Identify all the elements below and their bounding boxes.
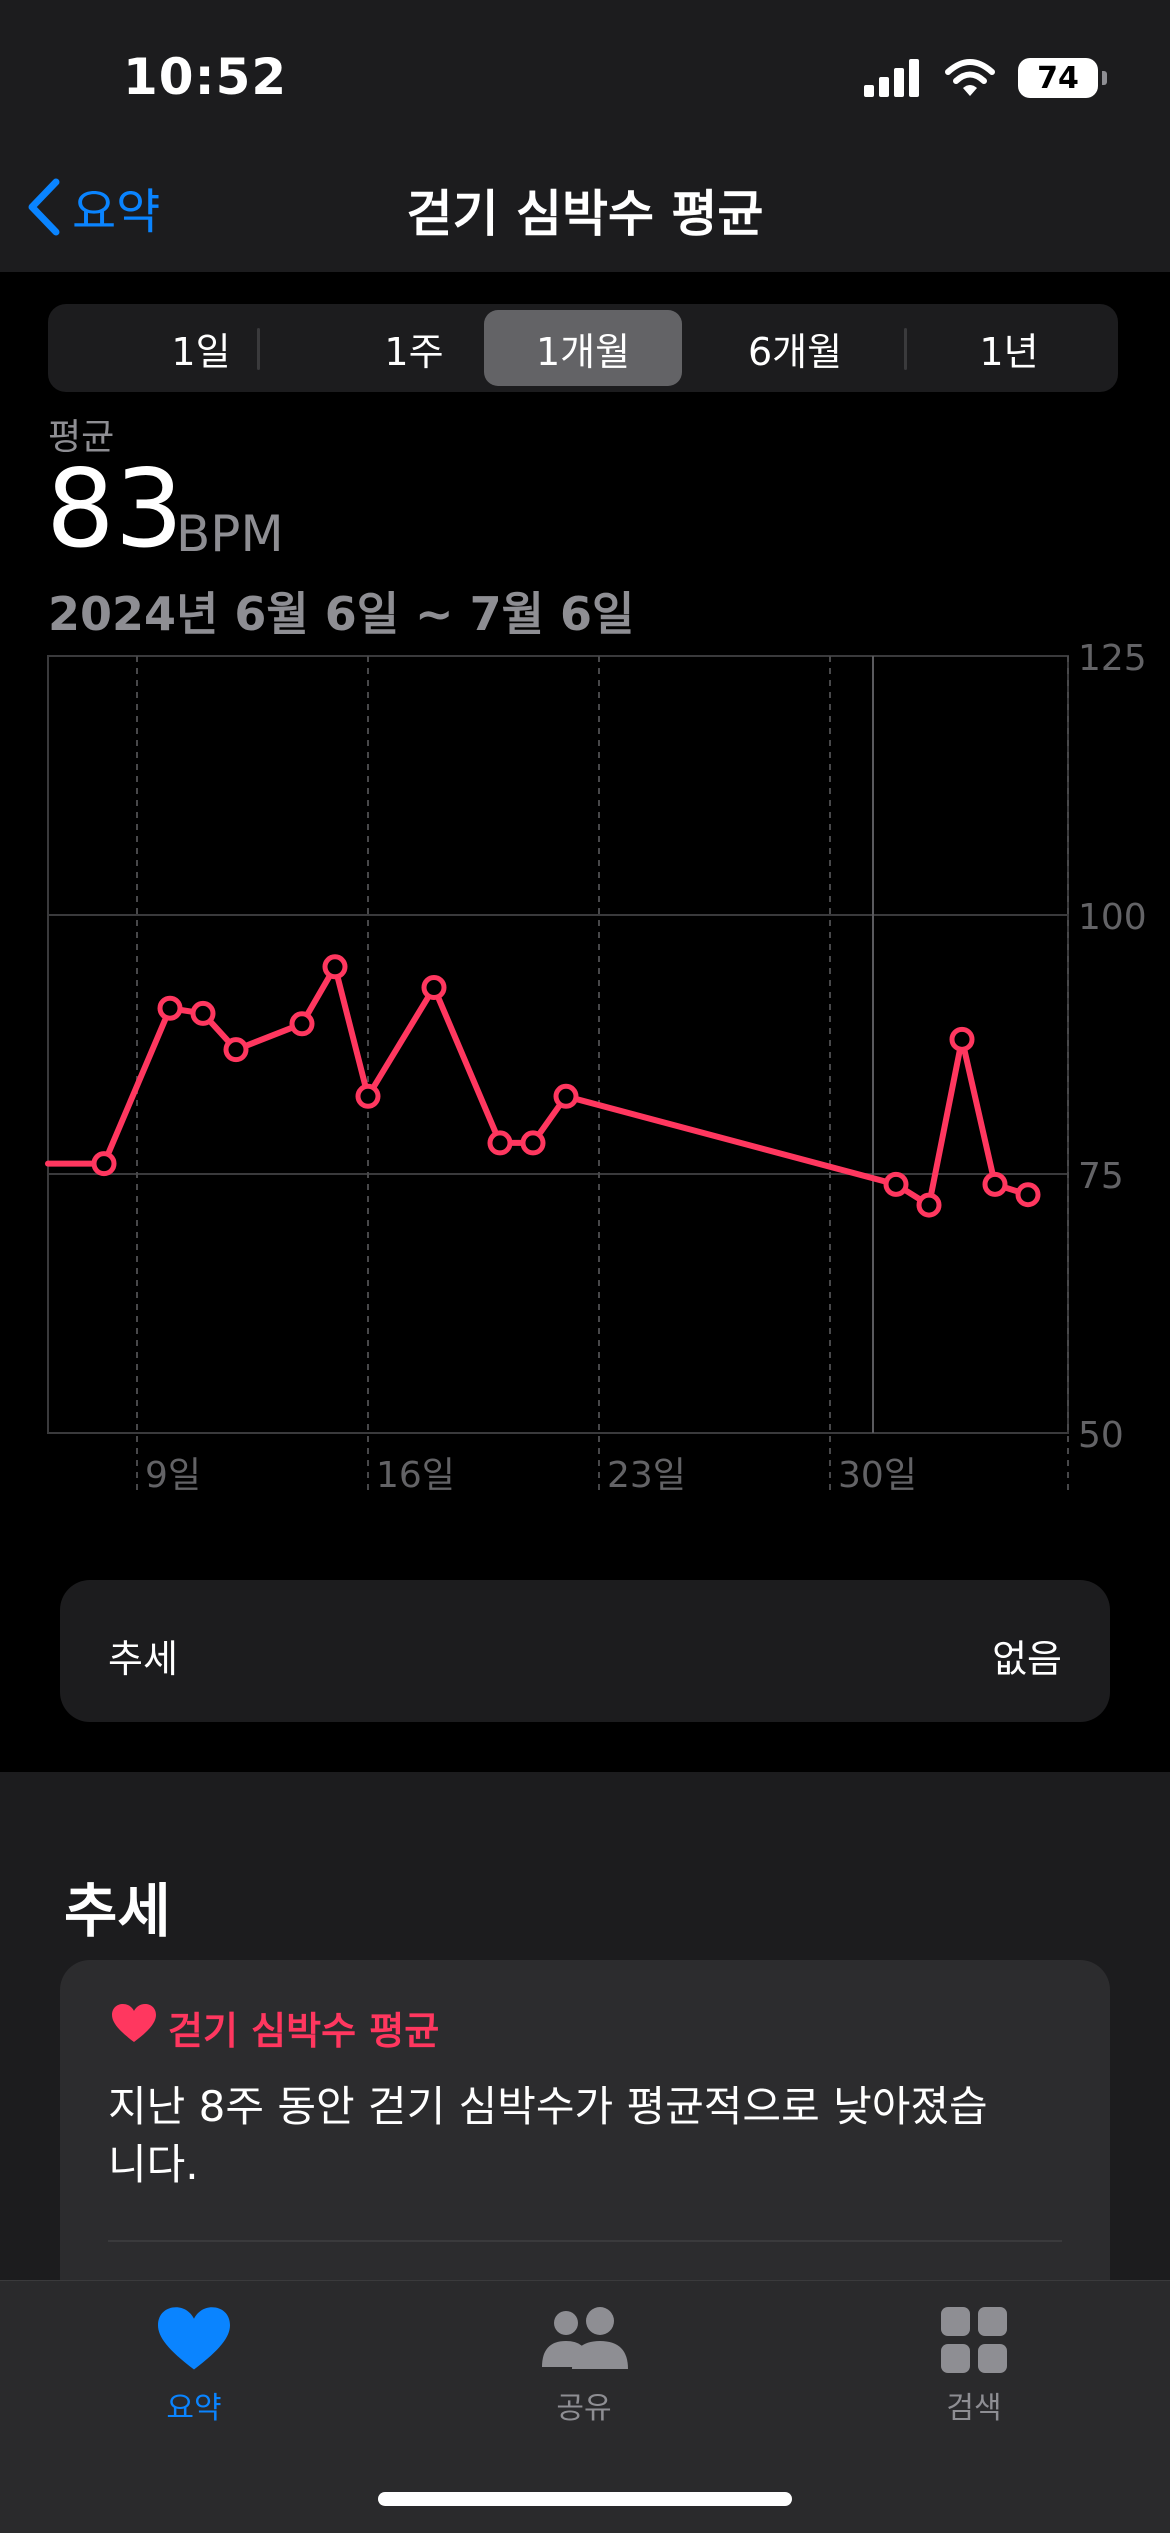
- data-point: [421, 975, 447, 1001]
- trend-card-text: 지난 8주 동안 걷기 심박수가 평균적으로 낮아졌습니다.: [108, 2082, 988, 2189]
- tab-sharing-label: 공유: [556, 2391, 612, 2426]
- heart-icon: [158, 2307, 230, 2370]
- data-point: [916, 1192, 942, 1218]
- data-point: [223, 1037, 249, 1063]
- average-value: 83: [46, 447, 184, 572]
- time-range-segmented-control: 1일 1주 1개월 6개월 1년: [48, 304, 1118, 392]
- y-tick-label: 125: [1078, 638, 1147, 679]
- battery-indicator: 74: [1018, 58, 1107, 98]
- home-indicator: [378, 2492, 792, 2506]
- trend-row-value: 없음: [992, 1637, 1062, 1681]
- average-unit: BPM: [176, 505, 284, 563]
- x-tick-label: 9일: [145, 1455, 201, 1496]
- data-point: [1015, 1182, 1041, 1208]
- y-tick-label: 100: [1078, 897, 1147, 938]
- heart-rate-line-chart[interactable]: 125 100 75 50 9일 16일 23일 30일: [0, 630, 1170, 1510]
- trend-row[interactable]: 추세 없음: [60, 1580, 1110, 1722]
- wifi-icon: [945, 59, 995, 96]
- x-tick-label: 30일: [838, 1455, 917, 1496]
- page-title: 걷기 심박수 평균: [406, 185, 764, 243]
- data-point: [157, 995, 183, 1021]
- segment-1-year[interactable]: 1년: [910, 310, 1108, 386]
- tab-browse-label: 검색: [946, 2391, 1002, 2426]
- heart-icon: [112, 2004, 156, 2042]
- trend-row-label: 추세: [108, 1637, 178, 1681]
- y-tick-label: 75: [1078, 1156, 1124, 1197]
- plot-frame: [47, 655, 1069, 1434]
- y-tick-label: 50: [1078, 1415, 1124, 1456]
- status-time: 10:52: [123, 48, 288, 106]
- tab-sharing[interactable]: 공유: [484, 2307, 684, 2427]
- data-point: [355, 1083, 381, 1109]
- data-point: [949, 1026, 975, 1052]
- tab-browse[interactable]: 검색: [874, 2307, 1074, 2427]
- x-tick-label: 16일: [376, 1455, 455, 1496]
- data-point: [487, 1130, 513, 1156]
- data-point: [883, 1171, 909, 1197]
- data-point: [982, 1171, 1008, 1197]
- data-point: [289, 1011, 315, 1037]
- grid-icon: [941, 2307, 1007, 2373]
- data-point: [190, 1000, 216, 1026]
- data-point: [91, 1151, 117, 1177]
- data-point: [520, 1130, 546, 1156]
- trend-card-title: 걷기 심박수 평균: [168, 2009, 440, 2053]
- segment-1-month[interactable]: 1개월: [484, 310, 682, 386]
- segment-6-months[interactable]: 6개월: [696, 310, 894, 386]
- data-point: [322, 954, 348, 980]
- people-icon: [542, 2307, 628, 2369]
- divider: [108, 2240, 1062, 2242]
- trends-section-title: 추세: [64, 1877, 171, 1945]
- segment-1-day[interactable]: 1일: [102, 310, 300, 386]
- status-icons: 74: [864, 52, 1107, 104]
- tab-summary-label: 요약: [166, 2391, 222, 2426]
- tab-summary[interactable]: 요약: [94, 2307, 294, 2427]
- x-tick-label: 23일: [607, 1455, 686, 1496]
- segment-divider: [904, 328, 907, 370]
- cellular-signal-icon: [864, 59, 919, 97]
- data-point: [553, 1083, 579, 1109]
- segment-divider: [257, 328, 260, 370]
